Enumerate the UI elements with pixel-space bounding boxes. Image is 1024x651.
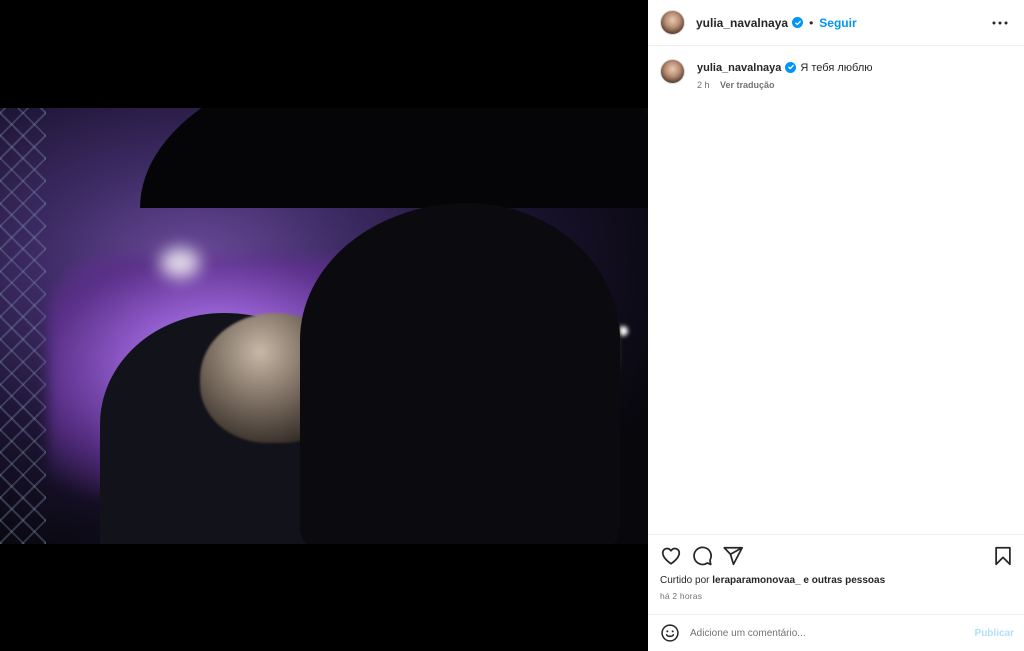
comment-bar: Publicar [648, 614, 1024, 651]
umbrella [140, 108, 648, 208]
man-silhouette [300, 203, 620, 544]
avatar[interactable] [660, 59, 685, 84]
post-actions: Curtido por leraparamonovaa_ e outras pe… [648, 534, 1024, 601]
verified-badge-icon [785, 61, 797, 73]
translate-link[interactable]: Ver tradução [720, 80, 775, 90]
caption-username[interactable]: yulia_navalnaya [697, 62, 781, 74]
post-side-panel: yulia_navalnaya • Seguir yulia_navalnaya… [648, 0, 1024, 651]
verified-badge-icon [792, 17, 804, 28]
avatar[interactable] [660, 10, 685, 35]
liked-user[interactable]: leraparamonovaa_ [712, 575, 800, 586]
comment-input[interactable] [690, 627, 975, 639]
heart-icon[interactable] [660, 545, 682, 567]
likes-summary: Curtido por leraparamonovaa_ e outras pe… [660, 575, 1014, 586]
header-username[interactable]: yulia_navalnaya [696, 16, 788, 30]
emoji-icon[interactable] [660, 623, 680, 643]
post-viewer: yulia_navalnaya • Seguir yulia_navalnaya… [0, 0, 1024, 651]
media-pane [0, 0, 648, 651]
bookmark-icon[interactable] [992, 545, 1014, 567]
separator-dot: • [809, 15, 814, 30]
caption-time[interactable]: 2 h [697, 80, 710, 90]
post-time: há 2 horas [660, 591, 703, 601]
caption: yulia_navalnaya Я тебя люблю 2 h Ver trad… [648, 46, 1024, 90]
stage-truss [0, 108, 46, 544]
liked-suffix[interactable]: e outras pessoas [803, 575, 885, 586]
more-options-icon[interactable] [988, 11, 1012, 35]
publish-button[interactable]: Publicar [975, 628, 1014, 639]
post-header: yulia_navalnaya • Seguir [648, 0, 1024, 46]
caption-meta: 2 h Ver tradução [697, 80, 873, 90]
action-icons [660, 545, 1014, 567]
comment-icon[interactable] [691, 545, 713, 567]
follow-button[interactable]: Seguir [819, 16, 856, 30]
caption-text: Я тебя люблю [800, 62, 873, 74]
send-icon[interactable] [722, 545, 744, 567]
caption-body: yulia_navalnaya Я тебя люблю 2 h Ver trad… [697, 58, 873, 90]
post-photo[interactable] [0, 108, 648, 544]
liked-prefix: Curtido por [660, 575, 710, 586]
caption-line: yulia_navalnaya Я тебя люблю [697, 60, 873, 76]
